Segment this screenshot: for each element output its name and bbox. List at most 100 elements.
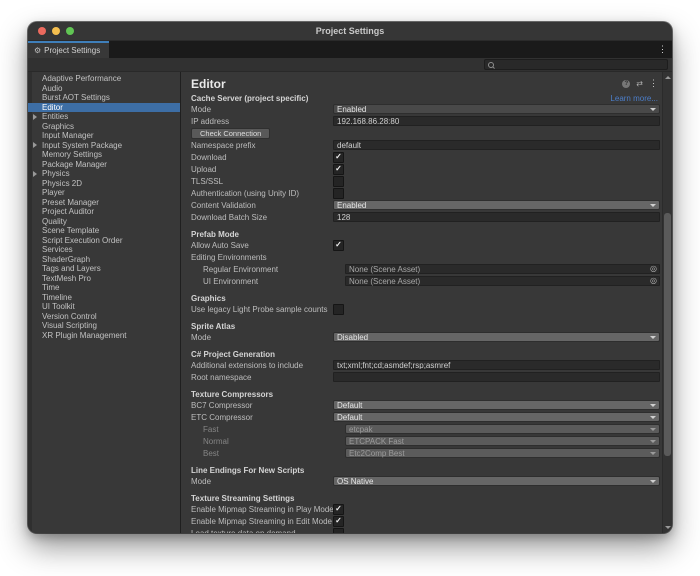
setting-control [333, 372, 660, 382]
setting-control: default [333, 140, 660, 150]
sidebar-item-time[interactable]: Time [28, 283, 180, 293]
regular-environment-object-field[interactable]: None (Scene Asset)◎ [345, 264, 660, 274]
sidebar-item-preset-manager[interactable]: Preset Manager [28, 198, 180, 208]
tls-ssl-checkbox[interactable] [333, 176, 344, 187]
setting-control: ✓ [333, 164, 660, 175]
object-field-value: None (Scene Asset) [349, 265, 650, 274]
setting-control [333, 528, 660, 534]
learn-more-link[interactable]: Learn more... [610, 94, 658, 103]
sidebar-item-xr-plugin-management[interactable]: XR Plugin Management [28, 331, 180, 341]
settings-sections: Cache Server (project specific) Learn mor… [181, 93, 672, 533]
sidebar-item-quality[interactable]: Quality [28, 217, 180, 227]
download-batch-size-input[interactable]: 128 [333, 212, 660, 222]
setting-label: Best [181, 449, 345, 458]
minimize-window-button[interactable] [52, 27, 60, 35]
ip-address-input[interactable]: 192.168.86.28:80 [333, 116, 660, 126]
check-connection-button[interactable]: Check Connection [191, 128, 270, 139]
sidebar-item-shadergraph[interactable]: ShaderGraph [28, 255, 180, 265]
load-texture-data-on-demand-checkbox[interactable] [333, 528, 344, 534]
sidebar-item-version-control[interactable]: Version Control [28, 312, 180, 322]
expand-arrow-icon[interactable] [33, 142, 37, 148]
section-texture-streaming-settings: Texture Streaming SettingsEnable Mipmap … [181, 493, 672, 533]
sidebar-item-audio[interactable]: Audio [28, 84, 180, 94]
settings-row-download-batch-size: Download Batch Size128 [181, 211, 672, 223]
sidebar-item-entities[interactable]: Entities [28, 112, 180, 122]
page-title: Editor [191, 77, 226, 91]
sidebar-item-project-auditor[interactable]: Project Auditor [28, 207, 180, 217]
namespace-prefix-input[interactable]: default [333, 140, 660, 150]
sidebar-item-script-execution-order[interactable]: Script Execution Order [28, 236, 180, 246]
sidebar-item-memory-settings[interactable]: Memory Settings [28, 150, 180, 160]
scrollbar-down-arrow-icon[interactable] [665, 526, 671, 529]
settings-row-normal: NormalETCPACK Fast [181, 435, 672, 447]
mode-dropdown[interactable]: Disabled [333, 332, 660, 342]
sidebar-item-label: Adaptive Performance [42, 74, 121, 83]
sidebar-item-label: Physics 2D [42, 179, 82, 188]
sidebar-item-input-system-package[interactable]: Input System Package [28, 141, 180, 151]
enable-mipmap-streaming-in-play-mode-checkbox[interactable]: ✓ [333, 504, 344, 515]
settings-row-upload: Upload✓ [181, 163, 672, 175]
sidebar-item-scene-template[interactable]: Scene Template [28, 226, 180, 236]
project-settings-window: Project Settings ⚙ Project Settings ⋮ Ad… [28, 22, 672, 533]
sidebar-item-physics-2d[interactable]: Physics 2D [28, 179, 180, 189]
search-box[interactable] [484, 59, 668, 70]
use-legacy-light-probe-sample-counts-checkbox[interactable] [333, 304, 344, 315]
preset-icon[interactable]: ⇄ [636, 80, 643, 88]
sidebar-item-textmesh-pro[interactable]: TextMesh Pro [28, 274, 180, 284]
content-validation-dropdown[interactable]: Enabled [333, 200, 660, 210]
tab-menu-kebab-icon[interactable]: ⋮ [658, 41, 667, 58]
sidebar-item-timeline[interactable]: Timeline [28, 293, 180, 303]
scrollbar-up-arrow-icon[interactable] [665, 76, 671, 79]
section-header: C# Project Generation [181, 349, 672, 359]
object-picker-icon[interactable]: ◎ [650, 277, 657, 285]
sidebar-item-services[interactable]: Services [28, 245, 180, 255]
section-title: Cache Server (project specific) [191, 94, 308, 103]
sidebar-item-adaptive-performance[interactable]: Adaptive Performance [28, 74, 180, 84]
allow-auto-save-checkbox[interactable]: ✓ [333, 240, 344, 251]
sidebar-item-label: Graphics [42, 122, 74, 131]
etc-compressor-dropdown[interactable]: Default [333, 412, 660, 422]
setting-control: 192.168.86.28:80 [333, 116, 660, 126]
expand-arrow-icon[interactable] [33, 114, 37, 120]
sidebar-item-visual-scripting[interactable]: Visual Scripting [28, 321, 180, 331]
mode-dropdown[interactable]: OS Native [333, 476, 660, 486]
window-title: Project Settings [316, 26, 385, 36]
section-graphics: GraphicsUse legacy Light Probe sample co… [181, 293, 672, 315]
sidebar-item-input-manager[interactable]: Input Manager [28, 131, 180, 141]
additional-extensions-to-include-input[interactable]: txt;xml;fnt;cd;asmdef;rsp;asmref [333, 360, 660, 370]
setting-label: TLS/SSL [181, 177, 333, 186]
sidebar-item-physics[interactable]: Physics [28, 169, 180, 179]
setting-control: Disabled [333, 332, 660, 342]
sidebar-item-tags-and-layers[interactable]: Tags and Layers [28, 264, 180, 274]
upload-checkbox[interactable]: ✓ [333, 164, 344, 175]
sidebar-item-package-manager[interactable]: Package Manager [28, 160, 180, 170]
scrollbar-thumb[interactable] [664, 213, 671, 456]
ui-environment-object-field[interactable]: None (Scene Asset)◎ [345, 276, 660, 286]
authentication-using-unity-id-checkbox[interactable] [333, 188, 344, 199]
sidebar-item-burst-aot-settings[interactable]: Burst AOT Settings [28, 93, 180, 103]
root-namespace-input[interactable] [333, 372, 660, 382]
sidebar-item-player[interactable]: Player [28, 188, 180, 198]
bc7-compressor-dropdown[interactable]: Default [333, 400, 660, 410]
object-picker-icon[interactable]: ◎ [650, 265, 657, 273]
gear-icon: ⚙ [34, 47, 41, 55]
tab-bar: ⚙ Project Settings ⋮ [28, 41, 672, 58]
vertical-scrollbar[interactable] [662, 72, 672, 533]
help-icon[interactable]: ? [622, 80, 630, 88]
search-input[interactable] [494, 60, 667, 69]
sidebar-item-ui-toolkit[interactable]: UI Toolkit [28, 302, 180, 312]
expand-arrow-icon[interactable] [33, 171, 37, 177]
mode-dropdown[interactable]: Enabled [333, 104, 660, 114]
sidebar-item-graphics[interactable]: Graphics [28, 122, 180, 132]
zoom-window-button[interactable] [66, 27, 74, 35]
tab-project-settings[interactable]: ⚙ Project Settings [28, 41, 109, 58]
window-titlebar[interactable]: Project Settings [28, 22, 672, 41]
sidebar-item-label: XR Plugin Management [42, 331, 127, 340]
search-icon [488, 62, 494, 68]
close-window-button[interactable] [38, 27, 46, 35]
panel-kebab-icon[interactable]: ⋮ [649, 79, 658, 88]
setting-control: etcpak [345, 424, 660, 434]
download-checkbox[interactable]: ✓ [333, 152, 344, 163]
sidebar-item-editor[interactable]: Editor [28, 103, 180, 113]
enable-mipmap-streaming-in-edit-mode-checkbox[interactable]: ✓ [333, 516, 344, 527]
